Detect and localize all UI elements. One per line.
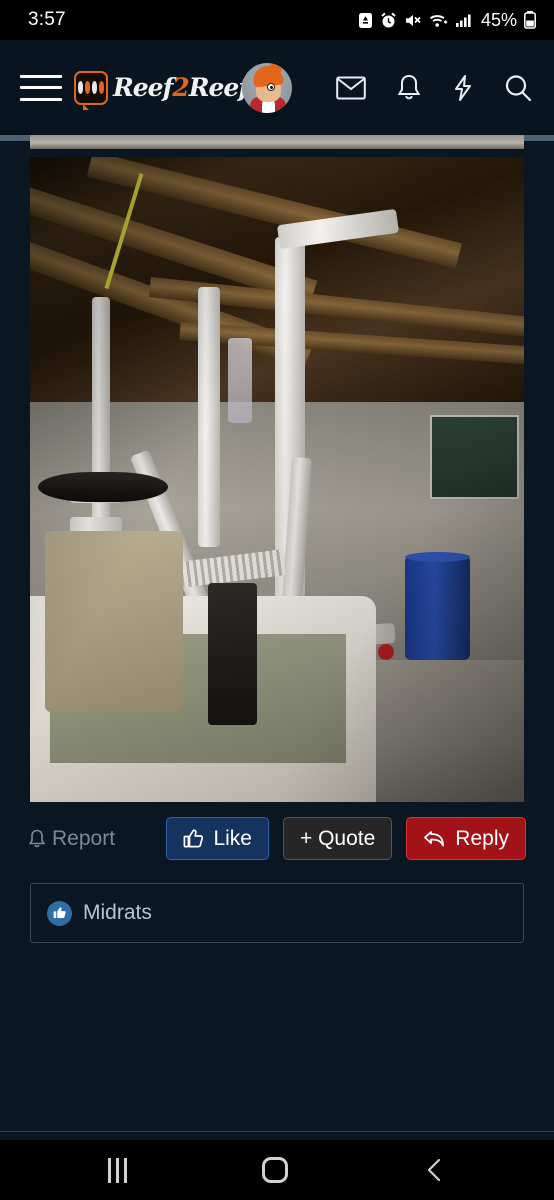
app-header: Reef2Reef bbox=[0, 40, 554, 135]
thumbs-up-icon bbox=[184, 829, 204, 848]
data-saver-icon bbox=[358, 12, 372, 28]
battery-icon bbox=[524, 11, 536, 29]
like-button[interactable]: Like bbox=[166, 817, 269, 860]
header-actions bbox=[336, 74, 536, 102]
quote-label: + Quote bbox=[299, 826, 376, 850]
reply-button[interactable]: Reply bbox=[406, 817, 526, 860]
whats-new-bolt-icon[interactable] bbox=[452, 74, 474, 102]
previous-attachment-strip bbox=[30, 135, 524, 149]
search-icon[interactable] bbox=[504, 74, 532, 102]
android-nav-bar bbox=[0, 1140, 554, 1200]
wifi-icon bbox=[429, 14, 448, 27]
brand-logo[interactable]: Reef2Reef bbox=[74, 70, 249, 110]
phone-screen: 3:57 45% Reef2Reef Report Like + Quote R… bbox=[0, 0, 554, 1200]
likes-names[interactable]: Midrats bbox=[83, 901, 152, 925]
post-likes-box[interactable]: Midrats bbox=[30, 883, 524, 943]
section-divider bbox=[0, 1131, 554, 1132]
inbox-icon[interactable] bbox=[336, 75, 366, 101]
like-label: Like bbox=[213, 826, 252, 850]
hamburger-icon[interactable] bbox=[18, 71, 64, 105]
status-icons: 45% bbox=[358, 10, 536, 31]
alerts-bell-icon[interactable] bbox=[396, 74, 422, 102]
recents-button[interactable] bbox=[107, 1157, 127, 1183]
mute-icon bbox=[405, 14, 421, 26]
alarm-icon bbox=[381, 12, 396, 27]
brand-text-a: Reef bbox=[113, 73, 173, 102]
signal-icon bbox=[455, 14, 471, 27]
user-avatar[interactable] bbox=[242, 62, 293, 113]
reef2reef-logo-icon bbox=[74, 70, 108, 110]
status-time: 3:57 bbox=[28, 9, 66, 30]
brand-text: Reef2Reef bbox=[113, 73, 249, 102]
status-bar: 3:57 45% bbox=[0, 0, 554, 40]
thumbs-up-icon bbox=[47, 900, 72, 926]
reply-arrow-icon bbox=[424, 830, 445, 846]
post-actions: Report Like + Quote Reply bbox=[0, 817, 554, 860]
report-label: Report bbox=[52, 826, 116, 850]
battery-percent: 45% bbox=[480, 9, 517, 30]
post-content: Report Like + Quote Reply Midrats bbox=[0, 135, 554, 1200]
photo-shading bbox=[30, 157, 524, 802]
brand-text-b: 2 bbox=[172, 73, 189, 102]
reply-label: Reply bbox=[455, 826, 509, 850]
brand-text-c: Reef bbox=[188, 73, 249, 102]
report-bell-icon bbox=[28, 829, 46, 847]
back-button[interactable] bbox=[423, 1157, 447, 1183]
report-button[interactable]: Report bbox=[28, 827, 115, 851]
quote-button[interactable]: + Quote bbox=[282, 817, 393, 860]
home-button[interactable] bbox=[261, 1157, 288, 1183]
post-attachment-image[interactable] bbox=[30, 157, 524, 802]
